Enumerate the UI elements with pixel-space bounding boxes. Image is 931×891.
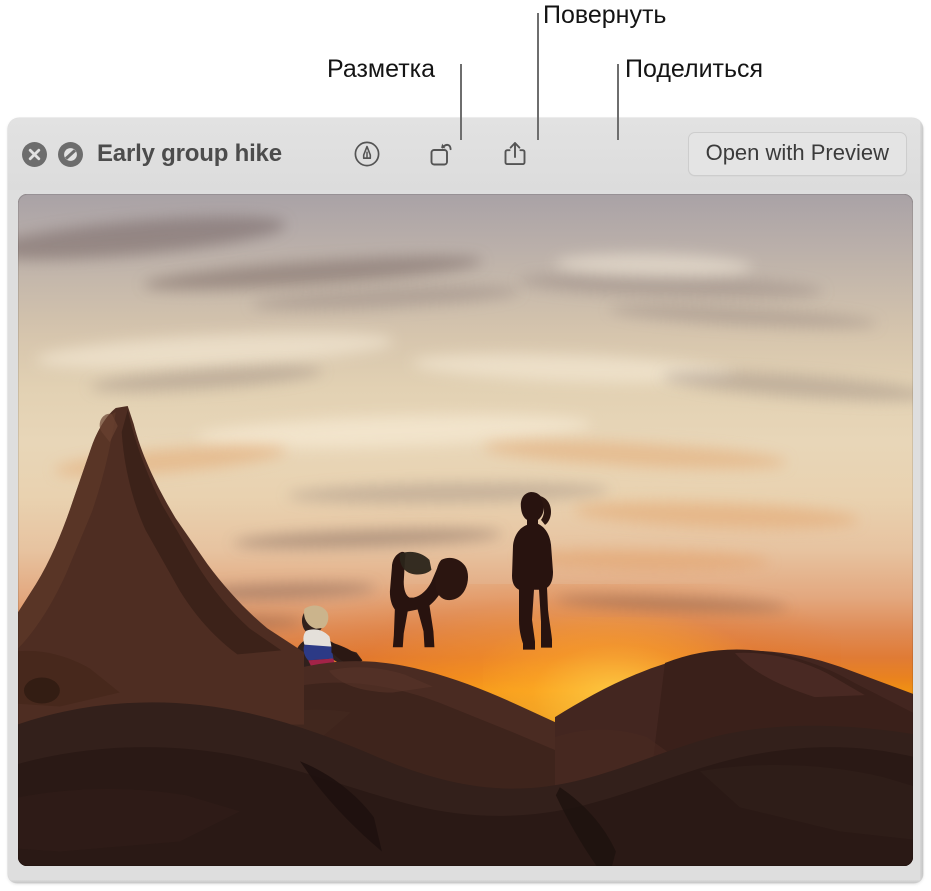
open-with-preview-button[interactable]: Open with Preview (687, 132, 907, 176)
window-title: Early group hike (97, 140, 282, 167)
rotate-icon (430, 143, 452, 166)
share-icon (504, 142, 526, 166)
quick-look-window: Early group hike Open with Preview (8, 118, 923, 883)
markup-pen-icon (354, 141, 380, 167)
titlebar-toolbar (350, 137, 532, 171)
rock-left-spire (18, 402, 305, 725)
photo-image (18, 194, 913, 866)
markup-toggle-button[interactable] (58, 141, 83, 167)
photo-preview[interactable] (18, 194, 913, 866)
window-titlebar: Early group hike Open with Preview (8, 118, 923, 190)
titlebar-right-controls: Open with Preview (687, 132, 907, 176)
window-right-edge (920, 118, 923, 883)
callout-label-share: Поделиться (625, 55, 764, 83)
callout-label-markup: Разметка (327, 55, 436, 83)
window-bottom-edge (8, 880, 923, 883)
close-button[interactable] (22, 141, 47, 167)
rock-foreground-mass (18, 691, 913, 866)
share-tool-button[interactable] (498, 137, 532, 171)
markup-tool-button[interactable] (350, 137, 384, 171)
rotate-tool-button[interactable] (424, 137, 458, 171)
close-icon (23, 142, 46, 166)
titlebar-left-controls (22, 141, 83, 167)
quicklook-markup-icon (59, 142, 82, 166)
callout-label-rotate: Повернуть (543, 1, 667, 29)
